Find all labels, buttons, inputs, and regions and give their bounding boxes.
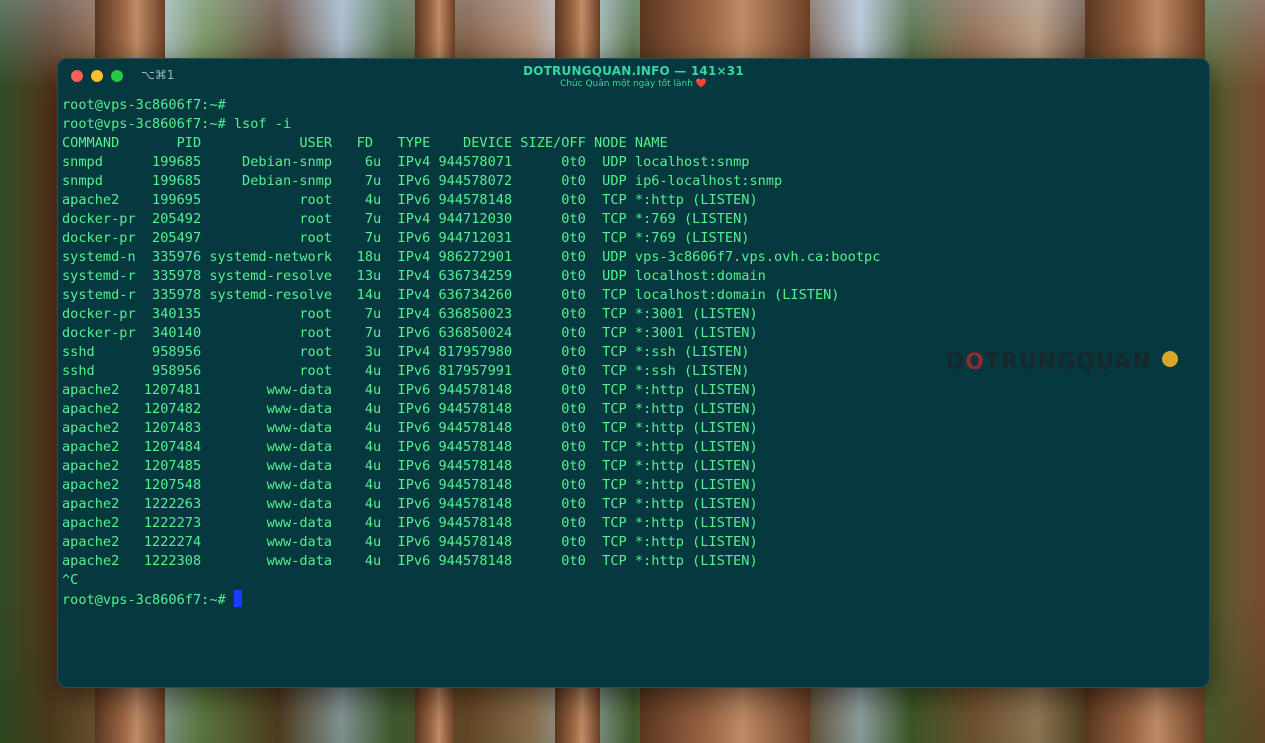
terminal-line: apache2 1222274 www-data 4u IPv6 9445781…	[62, 534, 758, 550]
terminal-line: docker-pr 340140 root 7u IPv6 636850024 …	[62, 325, 758, 341]
terminal-output[interactable]: root@vps-3c8606f7:~# root@vps-3c8606f7:~#…	[62, 96, 1192, 681]
terminal-line: apache2 199695 root 4u IPv6 944578148 0t…	[62, 192, 758, 208]
terminal-line: systemd-n 335976 systemd-network 18u IPv…	[62, 249, 881, 265]
shell-prompt: root@vps-3c8606f7:~#	[62, 592, 234, 608]
terminal-line: systemd-r 335978 systemd-resolve 14u IPv…	[62, 287, 840, 303]
terminal-line: root@vps-3c8606f7:~#	[62, 97, 226, 113]
terminal-line: systemd-r 335978 systemd-resolve 13u IPv…	[62, 268, 766, 284]
terminal-line: apache2 1207485 www-data 4u IPv6 9445781…	[62, 458, 758, 474]
title-bar[interactable]: ⌥⌘1 DOTRUNGQUAN.INFO — 141×31 Chúc Quân …	[58, 59, 1209, 95]
terminal-line: apache2 1207482 www-data 4u IPv6 9445781…	[62, 401, 758, 417]
terminal-line: apache2 1207548 www-data 4u IPv6 9445781…	[62, 477, 758, 493]
window-subtitle-text: Chúc Quân một ngày tốt lành	[559, 79, 693, 89]
terminal-line: apache2 1222273 www-data 4u IPv6 9445781…	[62, 515, 758, 531]
window-title: DOTRUNGQUAN.INFO — 141×31	[523, 64, 744, 78]
terminal-line: apache2 1222308 www-data 4u IPv6 9445781…	[62, 553, 758, 569]
watermark-badge-icon	[1162, 351, 1179, 367]
window-subtitle: Chúc Quân một ngày tốt lành ❤️	[58, 79, 1209, 89]
watermark-logo: DOTRUNGQUAN	[946, 350, 1179, 375]
terminal-line: apache2 1207483 www-data 4u IPv6 9445781…	[62, 420, 758, 436]
watermark-text: D	[946, 350, 966, 375]
watermark-text: TRUNGQUAN	[984, 350, 1152, 375]
terminal-line: root@vps-3c8606f7:~# lsof -i	[62, 116, 292, 132]
terminal-line: apache2 1207481 www-data 4u IPv6 9445781…	[62, 382, 758, 398]
terminal-line: snmpd 199685 Debian-snmp 7u IPv6 9445780…	[62, 173, 783, 189]
heart-icon: ❤️	[695, 79, 708, 89]
terminal-line: docker-pr 205497 root 7u IPv6 944712031 …	[62, 230, 750, 246]
watermark-text: O	[965, 350, 985, 375]
terminal-line: docker-pr 205492 root 7u IPv4 944712030 …	[62, 211, 750, 227]
terminal-line: snmpd 199685 Debian-snmp 6u IPv4 9445780…	[62, 154, 750, 170]
terminal-line: apache2 1207484 www-data 4u IPv6 9445781…	[62, 439, 758, 455]
terminal-line: docker-pr 340135 root 7u IPv4 636850023 …	[62, 306, 758, 322]
terminal-prompt-line[interactable]: root@vps-3c8606f7:~#	[62, 590, 1192, 609]
terminal-line: apache2 1222263 www-data 4u IPv6 9445781…	[62, 496, 758, 512]
terminal-line: ^C	[62, 572, 79, 588]
text-cursor	[233, 590, 242, 607]
terminal-line: COMMAND PID USER FD TYPE DEVICE SIZE/OFF…	[62, 135, 668, 151]
scrollbar[interactable]	[1199, 97, 1203, 682]
